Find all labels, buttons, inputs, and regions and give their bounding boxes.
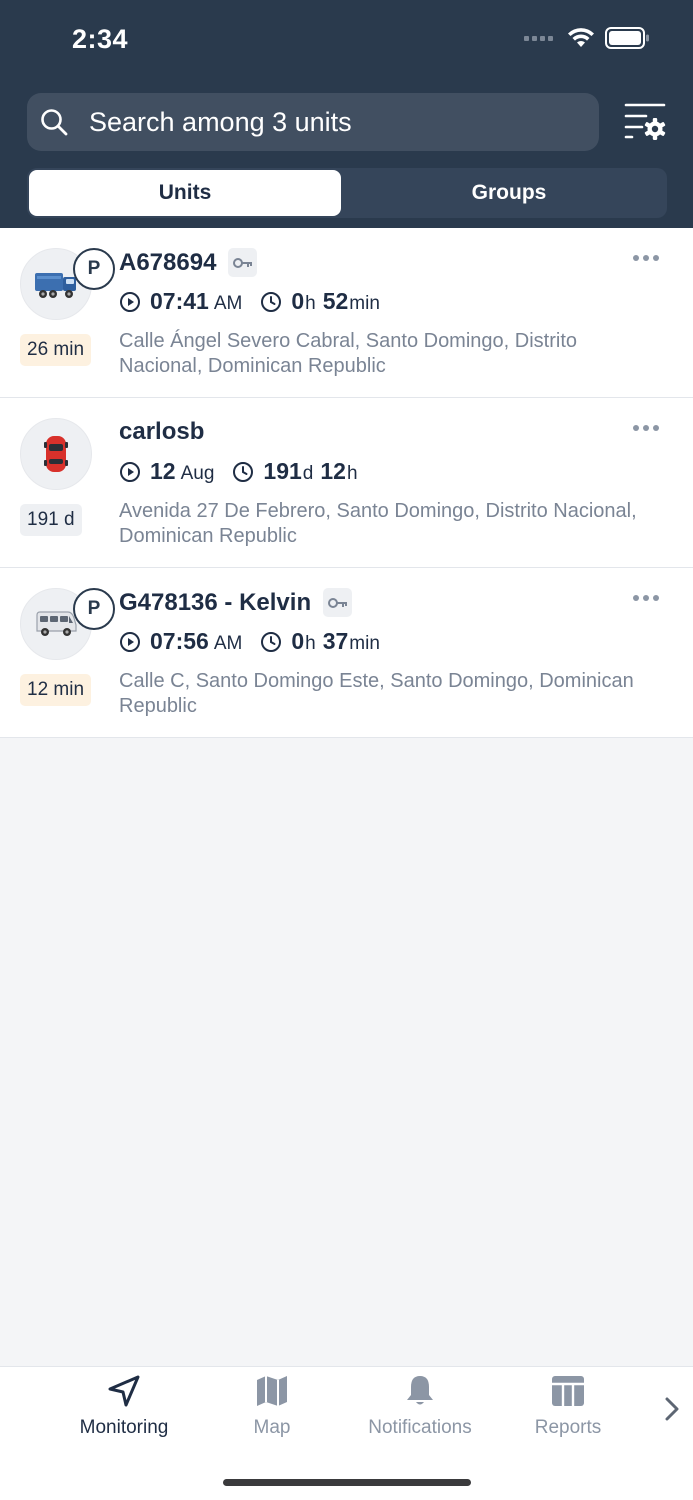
- duration-b: 37: [322, 628, 349, 654]
- play-circle-icon: [119, 631, 141, 653]
- status-icons: [524, 26, 651, 50]
- clock-icon: [260, 291, 282, 313]
- unit-list: P 26 min A678694 07:41 AM 0 h 52 min Cal…: [0, 228, 693, 738]
- search-icon: [41, 109, 68, 136]
- home-indicator: [223, 1479, 471, 1486]
- unit-meta: 07:56 AM 0 h 37 min: [119, 628, 381, 655]
- last-message-age: 191 d: [20, 504, 82, 536]
- search-input[interactable]: [89, 106, 559, 138]
- duration-a-unit: h: [305, 293, 316, 314]
- parked-badge: P: [73, 588, 115, 630]
- units-groups-segmented-control: Units Groups: [27, 168, 667, 218]
- duration-b-unit: h: [346, 463, 358, 484]
- unit-name-text: carlosb: [119, 418, 205, 445]
- list-settings-icon[interactable]: [622, 100, 668, 142]
- parked-badge: P: [73, 248, 115, 290]
- clock-icon: [260, 631, 282, 653]
- duration-b-unit: min: [349, 633, 380, 654]
- status-time: 2:34: [72, 24, 129, 54]
- tab-reports[interactable]: Reports: [493, 1373, 643, 1439]
- chevron-right-icon[interactable]: [660, 1395, 684, 1423]
- wifi-icon: [568, 28, 594, 47]
- van-icon: [36, 611, 77, 636]
- cellular-signal-icon: [524, 35, 553, 41]
- more-options-icon[interactable]: [633, 590, 663, 606]
- bell-icon: [407, 1376, 433, 1405]
- last-time-suffix: Aug: [180, 463, 215, 484]
- play-circle-icon: [119, 461, 141, 483]
- more-options-icon[interactable]: [633, 250, 663, 266]
- tab-monitoring[interactable]: Monitoring: [49, 1373, 199, 1439]
- unit-address: Calle Ángel Severo Cabral, Santo Domingo…: [119, 330, 577, 377]
- car-icon: [44, 436, 68, 472]
- search-bar[interactable]: [27, 93, 599, 151]
- last-time-value: 12: [150, 458, 176, 484]
- truck-icon: [35, 273, 76, 298]
- tab-map-label: Map: [253, 1417, 291, 1438]
- unit-meta: 07:41 AM 0 h 52 min: [119, 288, 381, 315]
- play-circle-icon: [119, 291, 141, 313]
- unit-address: Calle C, Santo Domingo Este, Santo Domin…: [119, 670, 634, 717]
- unit-row[interactable]: P 26 min A678694 07:41 AM 0 h 52 min Cal…: [0, 228, 693, 398]
- key-icon: [228, 248, 258, 277]
- navigation-arrow-icon: [108, 1375, 140, 1407]
- key-icon: [323, 588, 353, 617]
- duration-a: 0: [291, 288, 305, 314]
- battery-icon: [605, 27, 649, 49]
- tab-groups[interactable]: Groups: [353, 170, 665, 216]
- clock-icon: [232, 461, 254, 483]
- duration-b: 12: [320, 458, 346, 484]
- tab-monitoring-label: Monitoring: [79, 1417, 169, 1438]
- tab-notifications[interactable]: Notifications: [345, 1373, 495, 1439]
- unit-row[interactable]: 191 d carlosb 12 Aug 191 d 12 h Avenida …: [0, 398, 693, 568]
- tab-map[interactable]: Map: [197, 1373, 347, 1439]
- more-options-icon[interactable]: [633, 420, 663, 436]
- last-message-age: 12 min: [20, 674, 92, 706]
- unit-name-text: A678694: [119, 248, 217, 276]
- unit-name: A678694: [119, 248, 258, 277]
- last-time-value: 07:56: [150, 628, 209, 654]
- unit-row[interactable]: P 12 min G478136 - Kelvin 07:56 AM 0 h 3…: [0, 568, 693, 738]
- last-time-suffix: AM: [213, 633, 243, 654]
- unit-name-text: G478136 - Kelvin: [119, 588, 312, 616]
- unit-address: Avenida 27 De Febrero, Santo Domingo, Di…: [119, 500, 637, 547]
- reports-table-icon: [552, 1376, 584, 1406]
- unit-avatar: [20, 418, 92, 490]
- tab-notifications-label: Notifications: [368, 1417, 472, 1438]
- tab-reports-label: Reports: [534, 1417, 602, 1438]
- duration-a-unit: d: [302, 463, 314, 484]
- duration-a: 191: [263, 458, 302, 484]
- last-time-suffix: AM: [213, 293, 243, 314]
- last-time-value: 07:41: [150, 288, 209, 314]
- duration-b-unit: min: [349, 293, 380, 314]
- unit-name: carlosb: [119, 418, 204, 446]
- duration-a: 0: [291, 628, 305, 654]
- map-icon: [257, 1376, 287, 1406]
- header: 2:34 Units: [0, 0, 693, 228]
- unit-name: G478136 - Kelvin: [119, 588, 353, 617]
- unit-meta: 12 Aug 191 d 12 h: [119, 458, 359, 485]
- duration-a-unit: h: [305, 633, 316, 654]
- tab-units[interactable]: Units: [29, 170, 341, 216]
- last-message-age: 26 min: [20, 334, 92, 366]
- duration-b: 52: [322, 288, 349, 314]
